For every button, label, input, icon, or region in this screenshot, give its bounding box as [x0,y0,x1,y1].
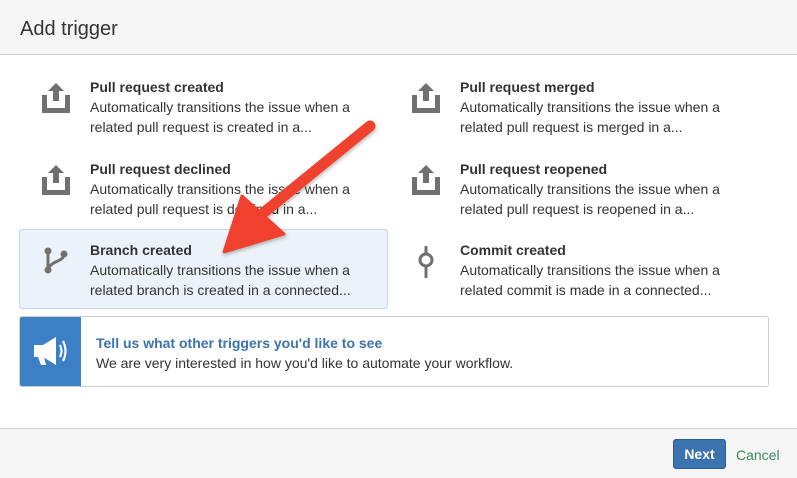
trigger-pull-request-reopened[interactable]: Pull request reopened Automatically tran… [389,148,758,228]
share-upload-icon [408,79,444,115]
dialog-header: Add trigger [0,0,797,55]
trigger-title: Pull request reopened [460,161,608,177]
branch-icon [38,242,74,278]
commit-icon [408,242,444,278]
trigger-commit-created[interactable]: Commit created Automatically transitions… [389,229,758,309]
feedback-link[interactable]: Tell us what other triggers you'd like t… [96,334,382,352]
trigger-pull-request-declined[interactable]: Pull request declined Automatically tran… [19,148,388,228]
share-upload-icon [38,161,74,197]
next-button[interactable]: Next [673,439,726,469]
trigger-title: Pull request merged [460,79,595,95]
trigger-description: Automatically transitions the issue when… [90,262,351,298]
trigger-branch-created[interactable]: Branch created Automatically transitions… [19,229,388,309]
share-upload-icon [408,161,444,197]
trigger-pull-request-merged[interactable]: Pull request merged Automatically transi… [389,66,758,146]
add-trigger-dialog: Add trigger Pull request created Automat… [0,0,797,478]
dialog-footer: Next Cancel [0,428,797,478]
share-upload-icon [38,79,74,115]
trigger-title: Pull request created [90,79,224,95]
feedback-panel: Tell us what other triggers you'd like t… [19,316,769,387]
megaphone-icon [20,317,81,386]
trigger-title: Pull request declined [90,161,231,177]
dialog-title: Add trigger [20,18,118,40]
trigger-description: Automatically transitions the issue when… [460,99,720,135]
trigger-description: Automatically transitions the issue when… [90,181,350,217]
trigger-description: Automatically transitions the issue when… [460,181,720,217]
trigger-pull-request-created[interactable]: Pull request created Automatically trans… [19,66,388,146]
trigger-description: Automatically transitions the issue when… [90,99,350,135]
cancel-button[interactable]: Cancel [736,446,780,464]
feedback-text: We are very interested in how you'd like… [96,355,514,371]
trigger-description: Automatically transitions the issue when… [460,262,720,298]
trigger-title: Branch created [90,242,192,258]
trigger-title: Commit created [460,242,566,258]
